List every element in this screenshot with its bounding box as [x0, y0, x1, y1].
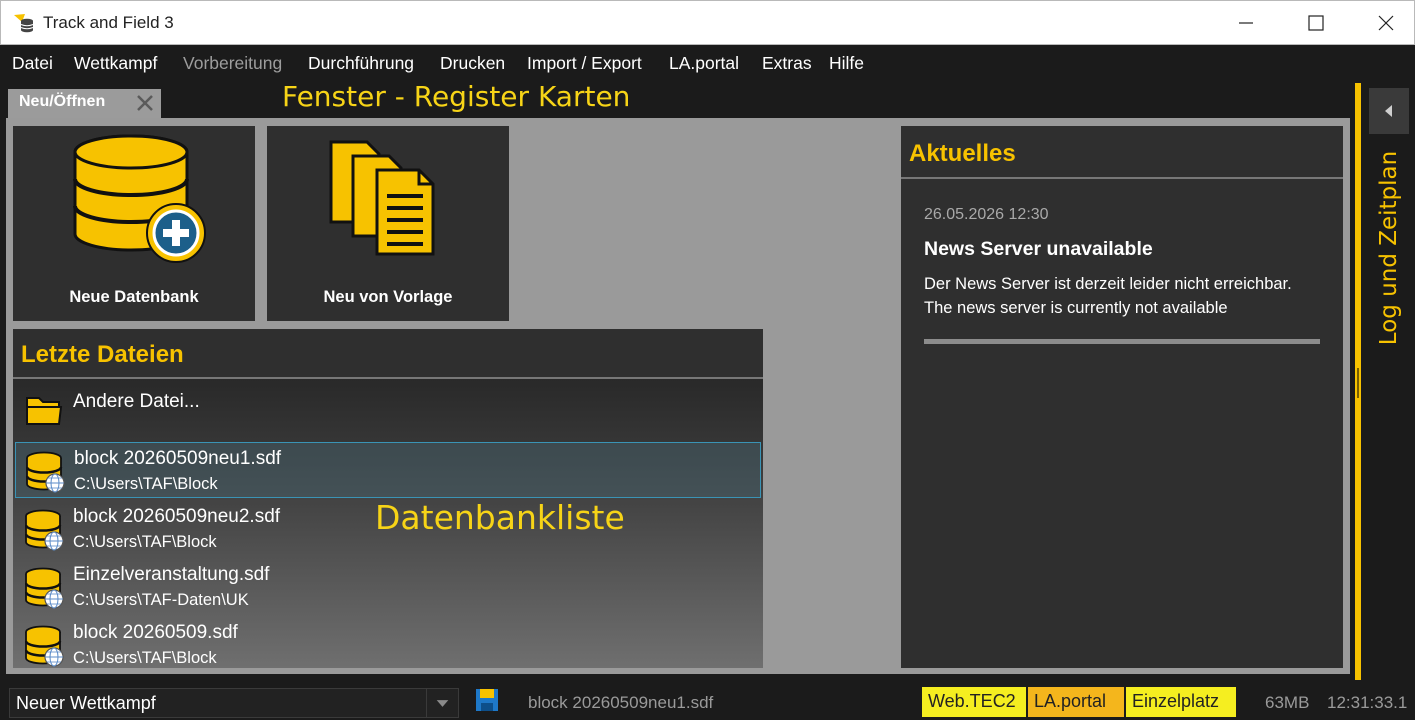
annotation-database-list: Datenbankliste [375, 498, 625, 537]
file-path: C:\Users\TAF\Block [74, 475, 218, 493]
new-database-label: Neue Datenbank [69, 288, 199, 306]
database-file-icon [26, 451, 65, 493]
status-badge-webtec[interactable]: Web.TEC2 [922, 687, 1026, 717]
chevron-down-icon[interactable] [426, 689, 458, 717]
menu-wettkampf[interactable]: Wettkampf [74, 53, 157, 74]
status-badge-laportal[interactable]: LA.portal [1028, 687, 1124, 717]
maximize-button[interactable] [1301, 9, 1331, 37]
news-body-de: Der News Server ist derzeit leider nicht… [924, 275, 1292, 293]
database-file-icon [25, 509, 64, 551]
new-database-button[interactable]: Neue Datenbank [13, 126, 255, 321]
folder-icon [26, 397, 63, 425]
news-headline: News Server unavailable [924, 238, 1153, 260]
news-header: Aktuelles [901, 126, 1343, 179]
recent-file-row[interactable]: block 20260509neu1.sdf C:\Users\TAF\Bloc… [15, 442, 761, 498]
news-body: Der News Server ist derzeit leider nicht… [924, 272, 1329, 320]
save-icon[interactable] [475, 688, 499, 712]
file-name: block 20260509neu2.sdf [73, 506, 281, 527]
menu-la-portal[interactable]: LA.portal [669, 53, 739, 74]
annotation-tabs: Fenster - Register Karten [282, 80, 631, 113]
close-window-button[interactable] [1371, 9, 1401, 37]
other-file-label: Andere Datei... [73, 391, 200, 412]
chevron-left-icon [1385, 105, 1392, 117]
title-bar: Track and Field 3 [0, 0, 1415, 45]
menu-durchfuehrung[interactable]: Durchführung [308, 53, 414, 74]
tab-label: Neu/Öffnen [19, 93, 106, 110]
log-and-schedule-tab[interactable]: Log und Zeitplan [1369, 143, 1409, 353]
database-add-icon [73, 134, 206, 263]
menu-drucken[interactable]: Drucken [440, 53, 505, 74]
competition-select-value: Neuer Wettkampf [16, 693, 156, 713]
status-current-file: block 20260509neu1.sdf [528, 693, 714, 712]
log-side-panel: Log und Zeitplan [1353, 83, 1415, 680]
file-path: C:\Users\TAF\Block [73, 533, 217, 551]
news-body-en: The news server is currently not availab… [924, 299, 1228, 317]
file-path: C:\Users\TAF-Daten\UK [73, 591, 249, 609]
recent-files-header: Letzte Dateien [13, 329, 763, 379]
menu-datei[interactable]: Datei [12, 53, 53, 74]
splitter-grip [1357, 368, 1359, 398]
side-panel-toggle-button[interactable] [1369, 88, 1409, 134]
log-and-schedule-label: Log und Zeitplan [1376, 150, 1402, 346]
menu-bar: Datei Wettkampf Vorbereitung Durchführun… [0, 45, 1415, 83]
window-title: Track and Field 3 [43, 13, 174, 32]
recent-files-title: Letzte Dateien [21, 341, 184, 368]
app-logo-icon [14, 14, 34, 33]
database-file-icon [25, 567, 64, 609]
tab-neu-oeffnen[interactable]: Neu/Öffnen [8, 89, 161, 118]
new-from-template-label: Neu von Vorlage [323, 288, 453, 306]
recent-file-row[interactable]: Einzelveranstaltung.sdf C:\Users\TAF-Dat… [15, 559, 761, 615]
database-file-icon [25, 625, 64, 667]
status-badge-einzelplatz[interactable]: Einzelplatz [1126, 687, 1236, 717]
menu-import-export[interactable]: Import / Export [527, 53, 642, 74]
news-title: Aktuelles [909, 140, 1016, 167]
status-bar: Neuer Wettkampf block 20260509neu1.sdf W… [0, 684, 1415, 720]
file-name: Einzelveranstaltung.sdf [73, 564, 270, 585]
recent-file-row[interactable]: block 20260509.sdf C:\Users\TAF\Block [15, 617, 761, 668]
minimize-button[interactable] [1231, 9, 1261, 37]
file-path: C:\Users\TAF\Block [73, 649, 217, 667]
status-memory: 63MB [1265, 693, 1310, 712]
news-date: 26.05.2026 12:30 [924, 206, 1049, 223]
other-file-button[interactable]: Andere Datei... [13, 384, 763, 436]
menu-hilfe[interactable]: Hilfe [829, 53, 864, 74]
news-panel: Aktuelles 26.05.2026 12:30 News Server u… [901, 126, 1343, 668]
file-name: block 20260509neu1.sdf [74, 448, 282, 469]
file-name: block 20260509.sdf [73, 622, 238, 643]
close-icon[interactable] [135, 93, 155, 113]
status-time: 12:31:33.1 [1327, 693, 1408, 712]
menu-extras[interactable]: Extras [762, 53, 812, 74]
menu-vorbereitung[interactable]: Vorbereitung [183, 53, 282, 74]
news-divider [924, 339, 1320, 344]
new-from-template-button[interactable]: Neu von Vorlage [267, 126, 509, 321]
documents-icon [329, 140, 435, 256]
competition-select[interactable]: Neuer Wettkampf [9, 688, 459, 718]
